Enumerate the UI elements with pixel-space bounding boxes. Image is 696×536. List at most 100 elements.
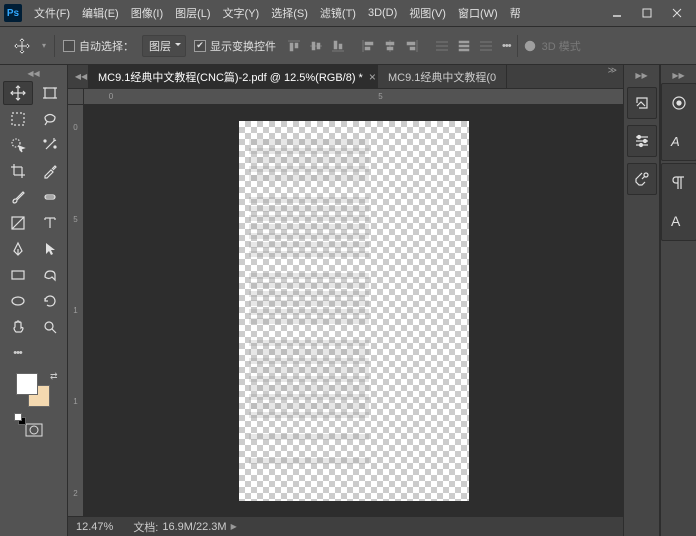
menu-file[interactable]: 文件(F) <box>28 1 76 25</box>
brush-tool[interactable] <box>3 185 33 209</box>
align-hcenter-icon[interactable] <box>380 36 400 56</box>
tools-collapse-icon[interactable]: ◀◀ <box>0 67 67 79</box>
panel-expand-icon[interactable]: ▶▶ <box>661 69 696 81</box>
right-panel-area: ▶▶ ▶▶ A A <box>623 65 696 536</box>
show-transform-label: 显示变换控件 <box>210 38 276 54</box>
collapsed-panel-dock: ▶▶ <box>624 65 660 536</box>
align-top-icon[interactable] <box>284 36 304 56</box>
color-swatches[interactable]: ⇄ <box>14 373 54 411</box>
color-panel-icon[interactable] <box>664 88 694 118</box>
quick-mask-button[interactable] <box>23 421 45 439</box>
menu-bar: Ps 文件(F) 编辑(E) 图像(I) 图层(L) 文字(Y) 选择(S) 滤… <box>0 0 696 27</box>
ellipse-tool[interactable] <box>3 289 33 313</box>
quick-select-tool[interactable] <box>3 133 33 157</box>
auto-select-target-dropdown[interactable]: 图层 <box>142 35 186 57</box>
glyphs-panel-icon[interactable]: A <box>664 206 694 236</box>
tools-panel: ◀◀ •• <box>0 65 68 536</box>
align-more-icon[interactable]: ••• <box>498 40 515 52</box>
minimize-button[interactable] <box>602 0 632 26</box>
properties-panel-icon[interactable] <box>630 168 654 190</box>
status-bar: 12.47% 文档: 16.9M/22.3M ▶ <box>68 516 623 536</box>
path-select-tool[interactable] <box>35 237 65 261</box>
rectangle-tool[interactable] <box>3 263 33 287</box>
document-page <box>239 121 469 501</box>
app-logo: Ps <box>4 4 22 22</box>
type-tool[interactable] <box>35 211 65 235</box>
tab-close-icon[interactable]: × <box>369 70 376 84</box>
menu-image[interactable]: 图像(I) <box>125 1 169 25</box>
pen-tool[interactable] <box>3 237 33 261</box>
align-left-icon[interactable] <box>358 36 378 56</box>
doc-info-value: 16.9M/22.3M <box>162 521 226 533</box>
hand-tool[interactable] <box>3 315 33 339</box>
foreground-color-swatch[interactable] <box>16 373 38 395</box>
show-transform-checkbox[interactable] <box>194 40 206 52</box>
main-menu: 文件(F) 编辑(E) 图像(I) 图层(L) 文字(Y) 选择(S) 滤镜(T… <box>28 1 602 25</box>
paragraph-panel-icon[interactable] <box>664 168 694 198</box>
adjustments-panel-icon[interactable] <box>630 130 654 152</box>
doc-info-dropdown-icon[interactable]: ▶ <box>231 522 237 531</box>
character-panel-icon[interactable]: A <box>664 126 694 156</box>
document-area: ◀◀ MC9.1经典中文教程(CNC篇)-2.pdf @ 12.5%(RGB/8… <box>68 65 623 536</box>
tab-title: MC9.1经典中文教程(CNC篇)-2.pdf @ 12.5%(RGB/8) * <box>98 69 363 85</box>
menu-help[interactable]: 帮 <box>504 1 527 25</box>
dock-expand-icon[interactable]: ▶▶ <box>624 69 659 81</box>
menu-select[interactable]: 选择(S) <box>265 1 314 25</box>
move-tool-icon[interactable] <box>10 34 34 58</box>
show-transform-option[interactable]: 显示变换控件 <box>194 38 276 54</box>
doc-info-label: 文档: <box>133 519 158 535</box>
healing-tool[interactable] <box>35 185 65 209</box>
tabs-collapse-icon[interactable]: ◀◀ <box>74 65 88 88</box>
document-tab[interactable]: MC9.1经典中文教程(0 <box>378 65 507 88</box>
magic-wand-tool[interactable] <box>35 133 65 157</box>
distribute-bottom-icon[interactable] <box>476 36 496 56</box>
3d-orbit-icon[interactable] <box>520 36 540 56</box>
window-controls <box>602 0 692 26</box>
marquee-tool[interactable] <box>3 107 33 131</box>
rotate-view-tool[interactable] <box>35 289 65 313</box>
menu-edit[interactable]: 编辑(E) <box>76 1 125 25</box>
swap-colors-icon[interactable]: ⇄ <box>50 371 58 382</box>
ruler-origin[interactable] <box>68 89 84 105</box>
gradient-tool[interactable] <box>3 211 33 235</box>
menu-view[interactable]: 视图(V) <box>403 1 452 25</box>
edit-toolbar-button[interactable]: ••• <box>3 341 33 365</box>
move-tool[interactable] <box>3 81 33 105</box>
zoom-level[interactable]: 12.47% <box>76 521 113 533</box>
history-panel-icon[interactable] <box>630 92 654 114</box>
distribute-vcenter-icon[interactable] <box>454 36 474 56</box>
align-group: ••• 3D 模式 <box>284 35 581 57</box>
artboard-tool[interactable] <box>35 81 65 105</box>
tool-preset-dropdown-icon[interactable]: ▾ <box>42 41 46 50</box>
horizontal-ruler[interactable]: 0 5 <box>84 89 623 105</box>
align-vcenter-icon[interactable] <box>306 36 326 56</box>
align-bottom-icon[interactable] <box>328 36 348 56</box>
options-bar: ▾ 自动选择： 图层 显示变换控件 ••• 3D 模式 <box>0 27 696 65</box>
canvas[interactable] <box>84 105 623 516</box>
custom-shape-tool[interactable] <box>35 263 65 287</box>
distribute-top-icon[interactable] <box>432 36 452 56</box>
crop-tool[interactable] <box>3 159 33 183</box>
lasso-tool[interactable] <box>35 107 65 131</box>
auto-select-option[interactable]: 自动选择： <box>63 38 134 54</box>
3d-mode-label: 3D 模式 <box>542 38 581 54</box>
document-tab-active[interactable]: MC9.1经典中文教程(CNC篇)-2.pdf @ 12.5%(RGB/8) *… <box>88 65 378 88</box>
eyedropper-tool[interactable] <box>35 159 65 183</box>
auto-select-label: 自动选择： <box>79 38 134 54</box>
maximize-button[interactable] <box>632 0 662 26</box>
close-button[interactable] <box>662 0 692 26</box>
align-right-icon[interactable] <box>402 36 422 56</box>
document-tabs: ◀◀ MC9.1经典中文教程(CNC篇)-2.pdf @ 12.5%(RGB/8… <box>68 65 623 89</box>
tab-title: MC9.1经典中文教程(0 <box>388 69 496 85</box>
menu-layer[interactable]: 图层(L) <box>169 1 216 25</box>
tab-overflow-icon[interactable]: ≫ <box>602 65 623 88</box>
menu-window[interactable]: 窗口(W) <box>452 1 504 25</box>
canvas-workspace: 0 5 05 11 2 <box>68 89 623 516</box>
menu-type[interactable]: 文字(Y) <box>217 1 266 25</box>
vertical-ruler[interactable]: 05 11 2 <box>68 105 84 516</box>
menu-3d[interactable]: 3D(D) <box>362 3 403 23</box>
menu-filter[interactable]: 滤镜(T) <box>314 1 362 25</box>
zoom-tool[interactable] <box>35 315 65 339</box>
auto-select-checkbox[interactable] <box>63 40 75 52</box>
svg-text:A: A <box>670 134 680 149</box>
